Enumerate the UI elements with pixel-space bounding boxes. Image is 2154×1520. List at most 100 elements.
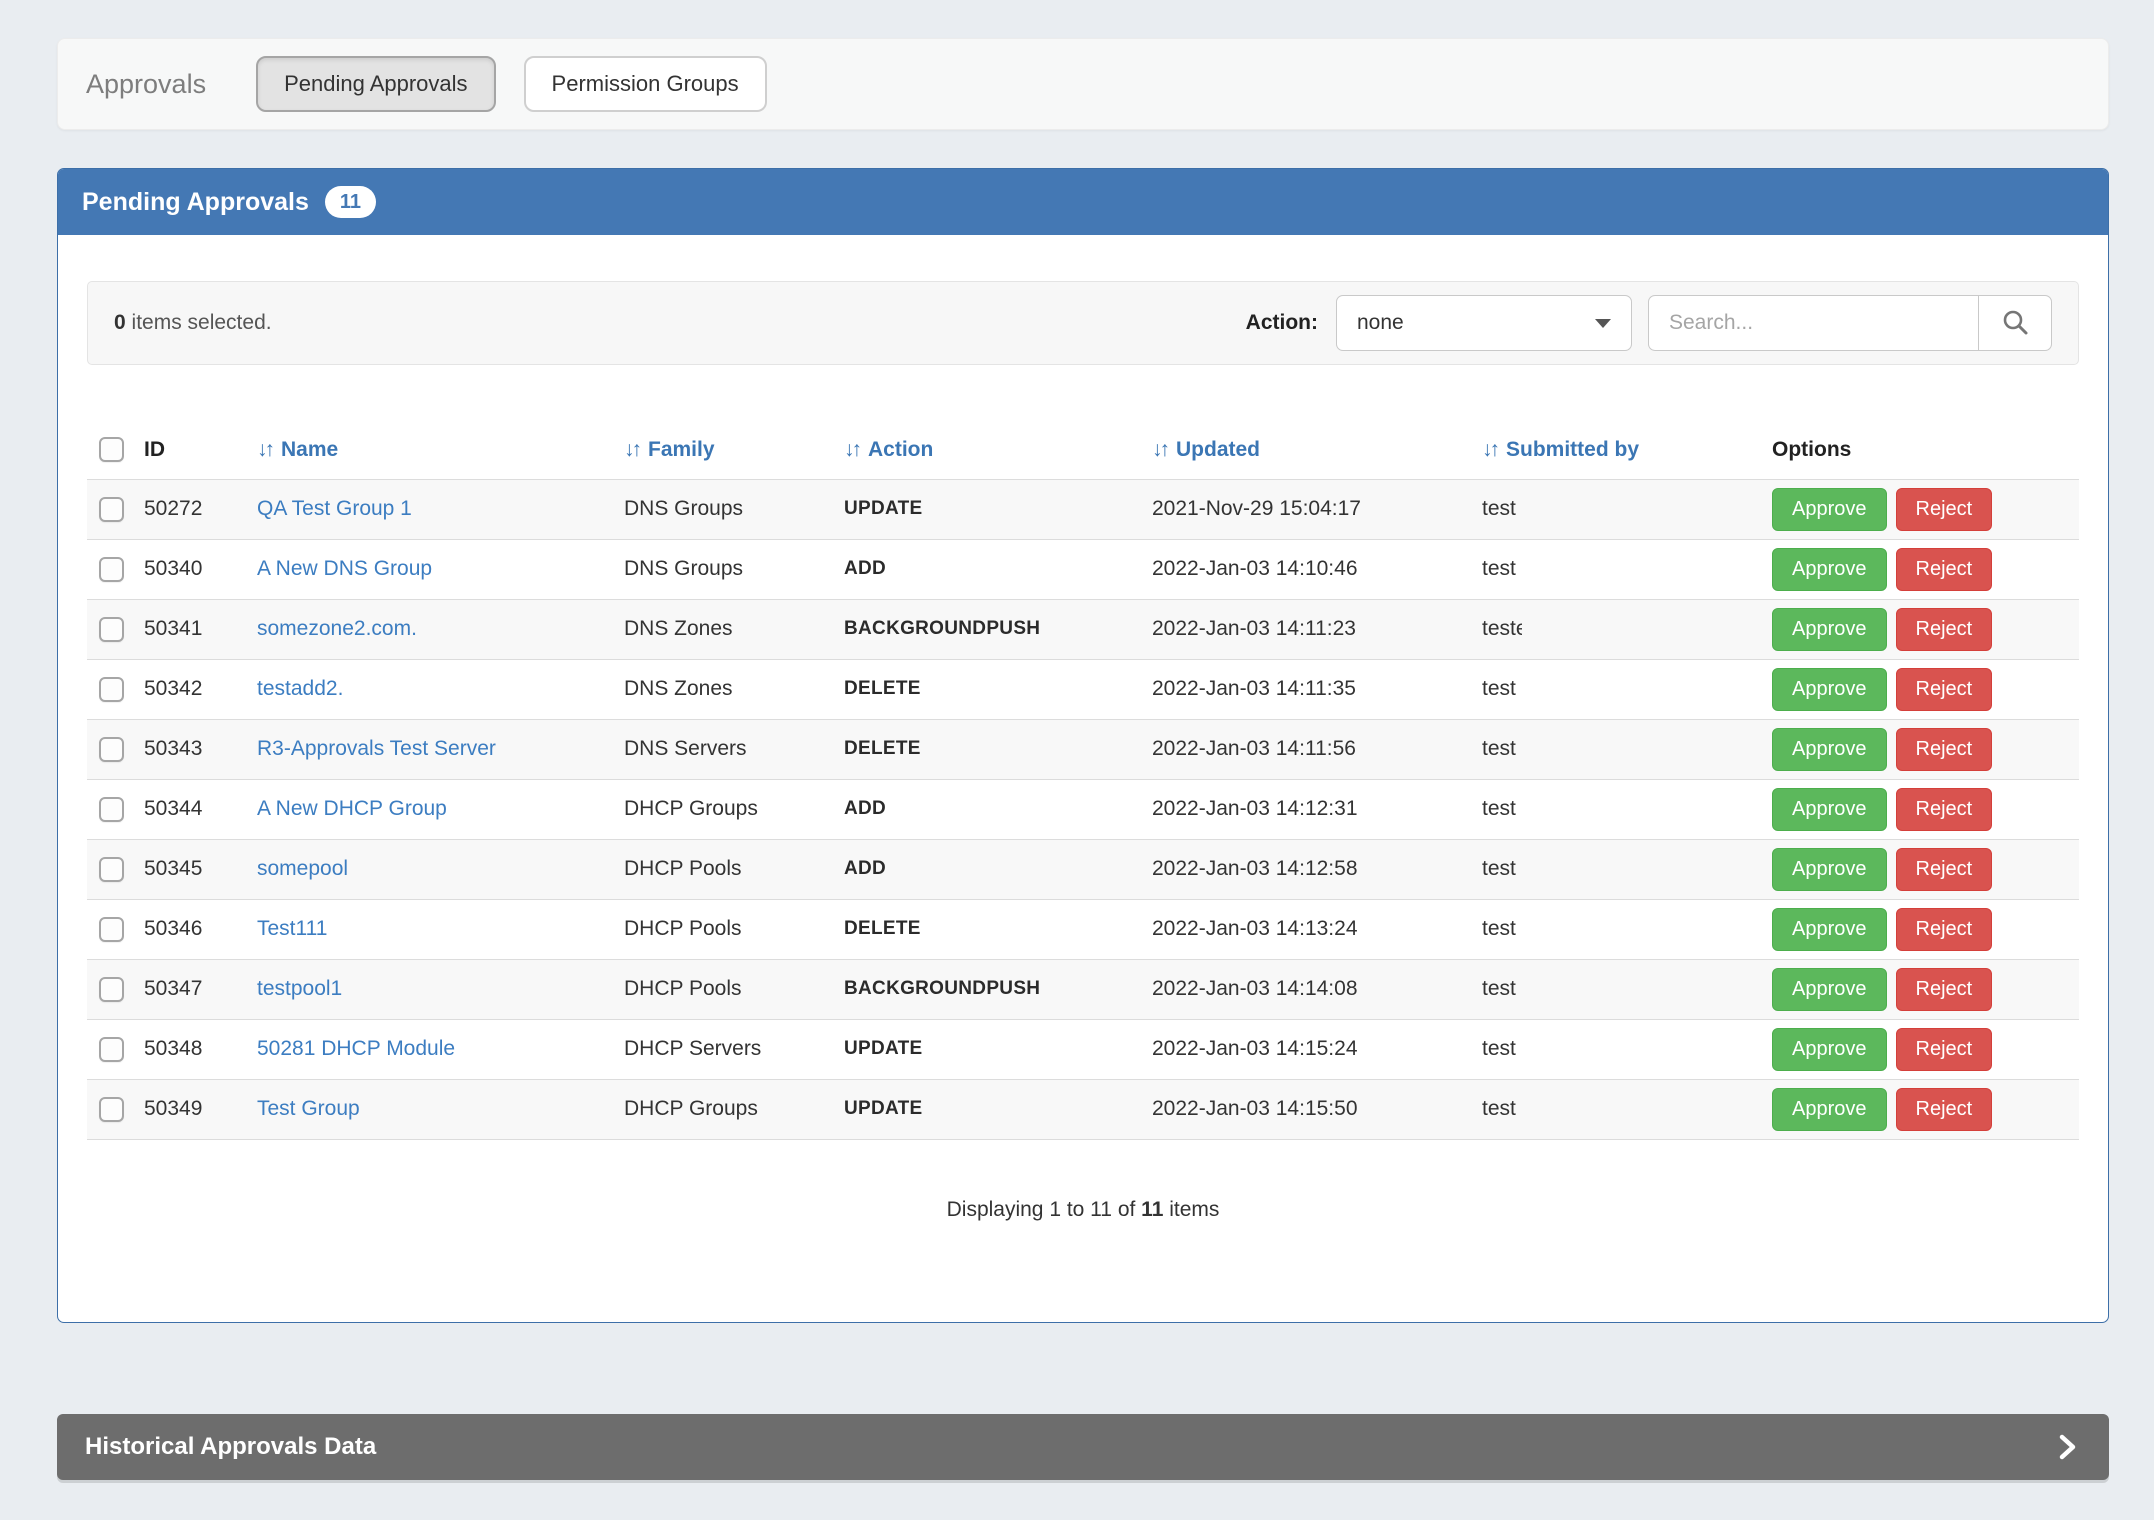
- cell-updated: 2022-Jan-03 14:12:31: [1142, 779, 1472, 839]
- row-checkbox[interactable]: [99, 1037, 124, 1062]
- name-link[interactable]: 50281 DHCP Module: [257, 1037, 455, 1060]
- name-link[interactable]: testpool1: [257, 977, 342, 1000]
- selected-text: items selected.: [126, 311, 272, 334]
- cell-action: UPDATE: [834, 1079, 1142, 1139]
- row-checkbox[interactable]: [99, 917, 124, 942]
- row-select-cell: [87, 779, 134, 839]
- search-button[interactable]: [1978, 295, 2052, 351]
- row-checkbox[interactable]: [99, 977, 124, 1002]
- table-row: 50342testadd2.DNS ZonesDELETE2022-Jan-03…: [87, 659, 2079, 719]
- approve-button[interactable]: Approve: [1772, 908, 1887, 951]
- name-link[interactable]: somepool: [257, 857, 348, 880]
- cell-action: ADD: [834, 779, 1142, 839]
- reject-button[interactable]: Reject: [1896, 1028, 1993, 1071]
- selected-count: 0: [114, 311, 126, 334]
- column-header-action[interactable]: ↓↑Action: [834, 421, 1142, 479]
- column-header-select-all[interactable]: [87, 421, 134, 479]
- cell-name: Test Group: [247, 1079, 614, 1139]
- row-checkbox[interactable]: [99, 497, 124, 522]
- reject-button[interactable]: Reject: [1896, 668, 1993, 711]
- pending-approvals-table: ID↓↑Name↓↑Family↓↑Action↓↑Updated↓↑Submi…: [87, 421, 2079, 1140]
- row-checkbox[interactable]: [99, 677, 124, 702]
- row-checkbox[interactable]: [99, 857, 124, 882]
- reject-button[interactable]: Reject: [1896, 608, 1993, 651]
- cell-action: ADD: [834, 539, 1142, 599]
- row-checkbox[interactable]: [99, 617, 124, 642]
- reject-button[interactable]: Reject: [1896, 908, 1993, 951]
- reject-button[interactable]: Reject: [1896, 968, 1993, 1011]
- reject-button[interactable]: Reject: [1896, 788, 1993, 831]
- row-checkbox[interactable]: [99, 737, 124, 762]
- cell-id: 50341: [134, 599, 247, 659]
- cell-options: ApproveReject: [1762, 479, 2079, 539]
- approve-button[interactable]: Approve: [1772, 548, 1887, 591]
- approve-button[interactable]: Approve: [1772, 608, 1887, 651]
- cell-updated: 2022-Jan-03 14:13:24: [1142, 899, 1472, 959]
- column-header-submitted_by[interactable]: ↓↑Submitted by: [1472, 421, 1762, 479]
- cell-id: 50346: [134, 899, 247, 959]
- pending-count-badge: 11: [325, 186, 376, 218]
- table-row: 50349Test GroupDHCP GroupsUPDATE2022-Jan…: [87, 1079, 2079, 1139]
- cell-options: ApproveReject: [1762, 1079, 2079, 1139]
- approve-button[interactable]: Approve: [1772, 788, 1887, 831]
- cell-name: 50281 DHCP Module: [247, 1019, 614, 1079]
- table-body: 50272QA Test Group 1DNS GroupsUPDATE2021…: [87, 479, 2079, 1139]
- reject-button[interactable]: Reject: [1896, 848, 1993, 891]
- search-input[interactable]: [1648, 295, 1978, 351]
- cell-family: DNS Groups: [614, 479, 834, 539]
- row-checkbox[interactable]: [99, 797, 124, 822]
- action-select[interactable]: none: [1336, 295, 1632, 351]
- cell-id: 50343: [134, 719, 247, 779]
- column-header-family[interactable]: ↓↑Family: [614, 421, 834, 479]
- name-link[interactable]: R3-Approvals Test Server: [257, 737, 496, 760]
- cell-options: ApproveReject: [1762, 839, 2079, 899]
- table-row: 50340A New DNS GroupDNS GroupsADD2022-Ja…: [87, 539, 2079, 599]
- cell-name: A New DHCP Group: [247, 779, 614, 839]
- top-bar: Approvals Pending Approvals Permission G…: [57, 38, 2109, 130]
- name-link[interactable]: Test111: [257, 917, 327, 940]
- cell-updated: 2022-Jan-03 14:11:23: [1142, 599, 1472, 659]
- select-all-checkbox[interactable]: [99, 437, 124, 462]
- reject-button[interactable]: Reject: [1896, 728, 1993, 771]
- name-link[interactable]: A New DNS Group: [257, 557, 432, 580]
- name-link[interactable]: Test Group: [257, 1097, 360, 1120]
- tab-pending-approvals[interactable]: Pending Approvals: [256, 56, 495, 112]
- name-link[interactable]: somezone2.com.: [257, 617, 417, 640]
- approve-button[interactable]: Approve: [1772, 968, 1887, 1011]
- name-link[interactable]: QA Test Group 1: [257, 497, 412, 520]
- approve-button[interactable]: Approve: [1772, 848, 1887, 891]
- cell-options: ApproveReject: [1762, 599, 2079, 659]
- chevron-right-icon: [2053, 1432, 2081, 1462]
- historical-approvals-bar[interactable]: Historical Approvals Data: [57, 1414, 2109, 1480]
- reject-button[interactable]: Reject: [1896, 548, 1993, 591]
- approve-button[interactable]: Approve: [1772, 1028, 1887, 1071]
- column-header-options: Options: [1762, 421, 2079, 479]
- cell-options: ApproveReject: [1762, 719, 2079, 779]
- panel-title: Pending Approvals: [82, 188, 309, 217]
- cell-updated: 2022-Jan-03 14:12:58: [1142, 839, 1472, 899]
- cell-name: testpool1: [247, 959, 614, 1019]
- reject-button[interactable]: Reject: [1896, 488, 1993, 531]
- row-checkbox[interactable]: [99, 1097, 124, 1122]
- approve-button[interactable]: Approve: [1772, 488, 1887, 531]
- cell-action: UPDATE: [834, 479, 1142, 539]
- cell-name: QA Test Group 1: [247, 479, 614, 539]
- approve-button[interactable]: Approve: [1772, 1088, 1887, 1131]
- row-select-cell: [87, 479, 134, 539]
- row-select-cell: [87, 839, 134, 899]
- cell-name: somezone2.com.: [247, 599, 614, 659]
- tab-permission-groups[interactable]: Permission Groups: [524, 56, 767, 112]
- name-link[interactable]: A New DHCP Group: [257, 797, 447, 820]
- cell-action: BACKGROUNDPUSH: [834, 959, 1142, 1019]
- reject-button[interactable]: Reject: [1896, 1088, 1993, 1131]
- name-link[interactable]: testadd2.: [257, 677, 343, 700]
- column-header-name[interactable]: ↓↑Name: [247, 421, 614, 479]
- sort-icon: ↓↑: [1152, 438, 1167, 461]
- approve-button[interactable]: Approve: [1772, 668, 1887, 711]
- cell-options: ApproveReject: [1762, 959, 2079, 1019]
- cell-id: 50348: [134, 1019, 247, 1079]
- table-footer: Displaying 1 to 11 of 11 items: [87, 1198, 2079, 1222]
- column-header-updated[interactable]: ↓↑Updated: [1142, 421, 1472, 479]
- row-checkbox[interactable]: [99, 557, 124, 582]
- approve-button[interactable]: Approve: [1772, 728, 1887, 771]
